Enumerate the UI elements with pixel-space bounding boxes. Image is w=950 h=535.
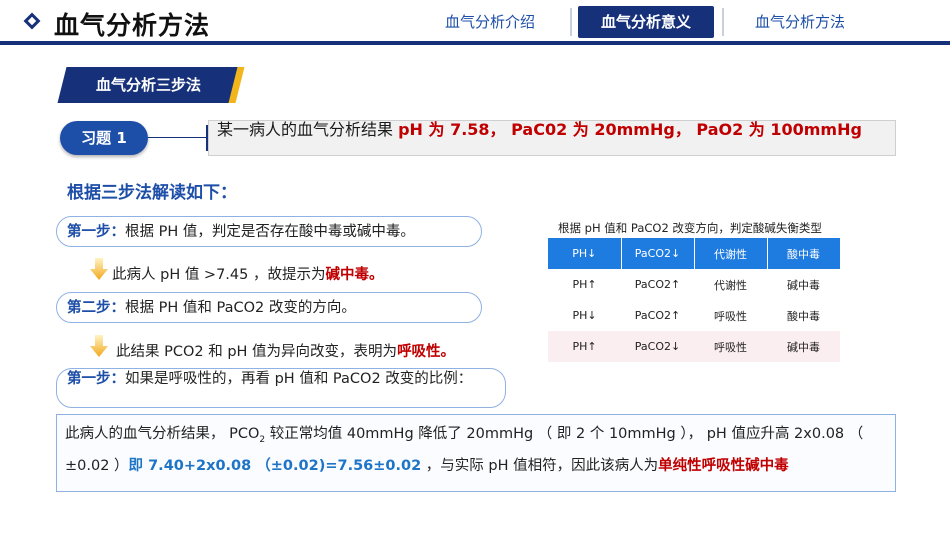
step-text: 根据 PH 值，判定是否存在酸中毒或碱中毒。	[125, 224, 415, 240]
table-cell: 碱中毒	[787, 278, 820, 292]
table-header-row: PH↓ PaCO2↓ 代谢性 酸中毒	[548, 238, 841, 269]
down-arrow-icon	[90, 335, 108, 357]
header: 血气分析方法 血气分析介绍 血气分析意义 血气分析方法	[0, 0, 950, 45]
table-cell: PaCO2↑	[634, 309, 681, 322]
step-one-result: 此病人 pH 值 >7.45 ，故提示为碱中毒。	[112, 263, 383, 284]
interpretation-heading: 根据三步法解读如下：	[67, 183, 237, 203]
tab-method[interactable]: 血气分析方法	[730, 6, 870, 38]
exercise-values: pH 为 7.58， PaC02 为 20mmHg， PaO2 为 100mmH…	[398, 120, 862, 139]
result-text: 此结果 PCO2 和 pH 值为异向改变，表明为	[116, 344, 398, 360]
conclusion-text: ，与实际 pH 值相符，因此该病人为	[421, 457, 659, 474]
tab-intro[interactable]: 血气分析介绍	[420, 6, 560, 38]
connector-line	[148, 137, 208, 138]
table-cell: 呼吸性	[694, 331, 767, 362]
tab-divider	[570, 8, 572, 36]
conclusion-text: 此病人的血气分析结果， PCO	[65, 426, 260, 442]
down-arrow-icon	[90, 258, 108, 280]
table-cell: 酸中毒	[787, 309, 820, 323]
page-title: 血气分析方法	[54, 11, 211, 40]
table-cell: 呼吸性	[714, 309, 747, 323]
result-highlight: 呼吸性。	[397, 344, 456, 360]
table-row: PH↑ PaCO2↑ 代谢性 碱中毒	[548, 269, 840, 300]
exercise-label: 习题 1	[60, 121, 148, 155]
tab-significance[interactable]: 血气分析意义	[578, 6, 714, 38]
section-title: 血气分析三步法	[57, 67, 241, 103]
table-cell: PaCO2↓	[621, 331, 694, 362]
result-highlight: 碱中毒。	[325, 267, 384, 283]
step-two: 第二步：根据 PH 值和 PaCO2 改变的方向。	[56, 292, 482, 323]
table-cell: PH↑	[548, 331, 621, 362]
table-cell: 碱中毒	[767, 331, 840, 362]
step-one: 第一步：根据 PH 值，判定是否存在酸中毒或碱中毒。	[56, 216, 482, 247]
step-three: 第一步：如果是呼吸性的，再看 pH 值和 PaCO2 改变的比例：	[56, 368, 506, 408]
tab-divider	[722, 8, 724, 36]
table-cell: PH↓	[572, 309, 597, 322]
step-label: 第一步：	[67, 224, 125, 240]
step-two-result: 此结果 PCO2 和 pH 值为异向改变，表明为呼吸性。	[116, 340, 455, 361]
step-text: 根据 PH 值和 PaCO2 改变的方向。	[125, 300, 356, 316]
table-cell: PaCO2↑	[634, 278, 681, 291]
table-row: PH↑ PaCO2↓ 呼吸性 碱中毒	[548, 331, 840, 362]
table-cell: PH↓	[548, 238, 622, 269]
table-cell: 代谢性	[714, 278, 747, 292]
table-caption: 根据 pH 值和 PaCO2 改变方向，判定酸碱失衡类型	[558, 221, 822, 235]
acid-base-table: PH↓ PaCO2↓ 代谢性 酸中毒 PH↑ PaCO2↑ 代谢性 碱中毒 PH…	[548, 238, 841, 362]
table-cell: PaCO2↓	[621, 238, 695, 269]
table-row: PH↓ PaCO2↑ 呼吸性 酸中毒	[548, 300, 840, 331]
diamond-icon	[23, 12, 41, 30]
section-title-label: 血气分析三步法	[96, 76, 202, 94]
header-rule	[0, 41, 950, 45]
table-cell: 酸中毒	[767, 238, 841, 269]
conclusion-diagnosis: 单纯性呼吸性碱中毒	[658, 457, 789, 474]
conclusion-formula: 即 7.40+2x0.08 （±0.02)=7.56±0.02	[128, 457, 422, 474]
step-label: 第二步：	[67, 300, 125, 316]
step-label: 第一步：	[67, 371, 125, 387]
result-text: 此病人 pH 值 >7.45 ，故提示为	[112, 267, 326, 283]
table-cell: PH↑	[572, 278, 597, 291]
table-cell: 代谢性	[694, 238, 768, 269]
exercise-statement: 某一病人的血气分析结果 pH 为 7.58， PaC02 为 20mmHg， P…	[208, 120, 896, 156]
step-text: 如果是呼吸性的，再看 pH 值和 PaCO2 改变的比例：	[125, 371, 473, 387]
conclusion-box: 此病人的血气分析结果， PCO2 较正常均值 40mmHg 降低了 20mmHg…	[56, 414, 896, 492]
exercise-prefix: 某一病人的血气分析结果	[217, 120, 399, 139]
